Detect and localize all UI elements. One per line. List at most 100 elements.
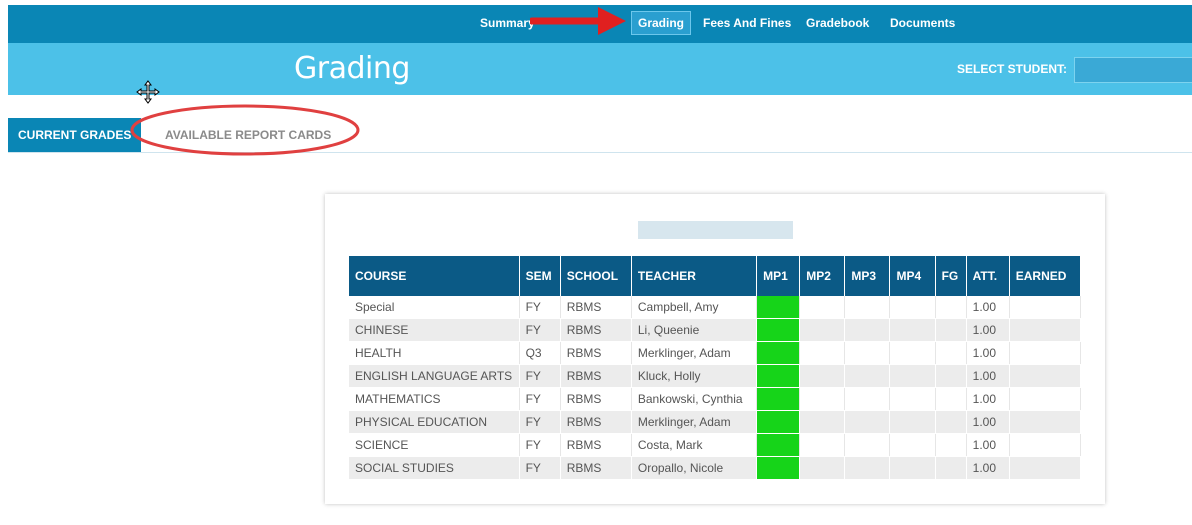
- cell-fg: [935, 296, 967, 319]
- col-mp4: MP4: [889, 256, 936, 296]
- red-arrow-annotation: [530, 7, 626, 35]
- cell-mp4: [889, 364, 936, 388]
- cell-earned: [1009, 318, 1082, 342]
- cell-mp3: [844, 456, 891, 480]
- cell-mp3: [844, 433, 891, 457]
- cell-mp3: [844, 296, 891, 319]
- table-row: SCIENCE FY RBMS Costa, Mark 1.00: [349, 433, 1082, 457]
- cell-school: RBMS: [560, 433, 632, 457]
- col-sem: SEM: [519, 256, 561, 296]
- col-mp3: MP3: [844, 256, 891, 296]
- grades-table-body: Special FY RBMS Campbell, Amy 1.00 CHINESE FY R…: [349, 296, 1082, 480]
- cell-mp2: [799, 364, 846, 388]
- table-row: Special FY RBMS Campbell, Amy 1.00: [349, 296, 1082, 319]
- col-mp2: MP2: [799, 256, 846, 296]
- tab-current-grades[interactable]: CURRENT GRADES: [8, 118, 142, 152]
- cell-mp1: [756, 296, 801, 319]
- cell-teacher: Campbell, Amy: [631, 296, 758, 319]
- cell-mp4: [889, 433, 936, 457]
- cell-school: RBMS: [560, 387, 632, 411]
- table-row: SOCIAL STUDIES FY RBMS Oropallo, Nicole 1.00: [349, 456, 1082, 480]
- cell-course: CHINESE: [349, 318, 520, 342]
- cell-school: RBMS: [560, 318, 632, 342]
- cell-fg: [935, 456, 967, 480]
- cell-fg: [935, 410, 967, 434]
- title-bar: Grading SELECT STUDENT:: [8, 43, 1192, 95]
- cell-att: 1.00: [966, 433, 1010, 457]
- cell-course: MATHEMATICS: [349, 387, 520, 411]
- cell-earned: [1009, 387, 1082, 411]
- cell-mp1: [756, 433, 801, 457]
- cell-teacher: Costa, Mark: [631, 433, 758, 457]
- cell-sem: FY: [519, 364, 561, 388]
- cell-mp3: [844, 341, 891, 365]
- col-earned: EARNED: [1009, 256, 1082, 296]
- cell-teacher: Oropallo, Nicole: [631, 456, 758, 480]
- cell-course: SOCIAL STUDIES: [349, 456, 520, 480]
- cell-mp2: [799, 341, 846, 365]
- cell-teacher: Merklinger, Adam: [631, 341, 758, 365]
- cell-school: RBMS: [560, 341, 632, 365]
- cell-teacher: Merklinger, Adam: [631, 410, 758, 434]
- cell-att: 1.00: [966, 318, 1010, 342]
- cell-teacher: Kluck, Holly: [631, 364, 758, 388]
- cell-course: Special: [349, 296, 520, 319]
- cell-mp2: [799, 318, 846, 342]
- select-student-dropdown[interactable]: [1074, 57, 1192, 83]
- cell-mp1: [756, 456, 801, 480]
- cell-mp2: [799, 456, 846, 480]
- nav-grading[interactable]: Grading: [631, 11, 692, 35]
- cell-att: 1.00: [966, 456, 1010, 480]
- table-row: ENGLISH LANGUAGE ARTS FY RBMS Kluck, Holly 1…: [349, 364, 1082, 388]
- cell-mp3: [844, 318, 891, 342]
- col-teacher: TEACHER: [631, 256, 758, 296]
- cell-mp2: [799, 433, 846, 457]
- cell-mp4: [889, 341, 936, 365]
- cell-fg: [935, 387, 967, 411]
- col-att: ATT.: [966, 256, 1010, 296]
- cell-school: RBMS: [560, 364, 632, 388]
- cell-sem: FY: [519, 318, 561, 342]
- cell-sem: Q3: [519, 341, 561, 365]
- cell-earned: [1009, 296, 1082, 319]
- select-student-label: SELECT STUDENT:: [957, 62, 1068, 76]
- cell-earned: [1009, 433, 1082, 457]
- cell-mp3: [844, 410, 891, 434]
- cell-att: 1.00: [966, 387, 1010, 411]
- cell-mp1: [756, 341, 801, 365]
- cell-mp4: [889, 318, 936, 342]
- cell-earned: [1009, 364, 1082, 388]
- cell-sem: FY: [519, 387, 561, 411]
- cell-sem: FY: [519, 456, 561, 480]
- cell-mp2: [799, 387, 846, 411]
- table-row: CHINESE FY RBMS Li, Queenie 1.00: [349, 318, 1082, 342]
- cell-fg: [935, 364, 967, 388]
- col-course: COURSE: [349, 256, 520, 296]
- cell-mp4: [889, 410, 936, 434]
- cell-mp4: [889, 456, 936, 480]
- cell-earned: [1009, 456, 1082, 480]
- cell-course: SCIENCE: [349, 433, 520, 457]
- cell-mp2: [799, 296, 846, 319]
- cell-teacher: Li, Queenie: [631, 318, 758, 342]
- cell-fg: [935, 433, 967, 457]
- cell-att: 1.00: [966, 364, 1010, 388]
- grades-table: COURSE SEM SCHOOL TEACHER MP1 MP2 MP3 MP…: [349, 256, 1082, 480]
- cell-school: RBMS: [560, 410, 632, 434]
- move-cursor-icon: [136, 80, 160, 104]
- cell-mp1: [756, 318, 801, 342]
- nav-documents[interactable]: Documents: [884, 11, 961, 35]
- cell-mp1: [756, 410, 801, 434]
- cell-sem: FY: [519, 410, 561, 434]
- col-school: SCHOOL: [560, 256, 632, 296]
- cell-mp4: [889, 387, 936, 411]
- nav-fees-and-fines[interactable]: Fees And Fines: [697, 11, 797, 35]
- cell-teacher: Bankowski, Cynthia: [631, 387, 758, 411]
- col-fg: FG: [935, 256, 967, 296]
- table-row: HEALTH Q3 RBMS Merklinger, Adam 1.00: [349, 341, 1082, 365]
- nav-gradebook[interactable]: Gradebook: [800, 11, 875, 35]
- cell-mp1: [756, 364, 801, 388]
- cell-course: PHYSICAL EDUCATION: [349, 410, 520, 434]
- cell-fg: [935, 341, 967, 365]
- page-title: Grading: [294, 51, 410, 86]
